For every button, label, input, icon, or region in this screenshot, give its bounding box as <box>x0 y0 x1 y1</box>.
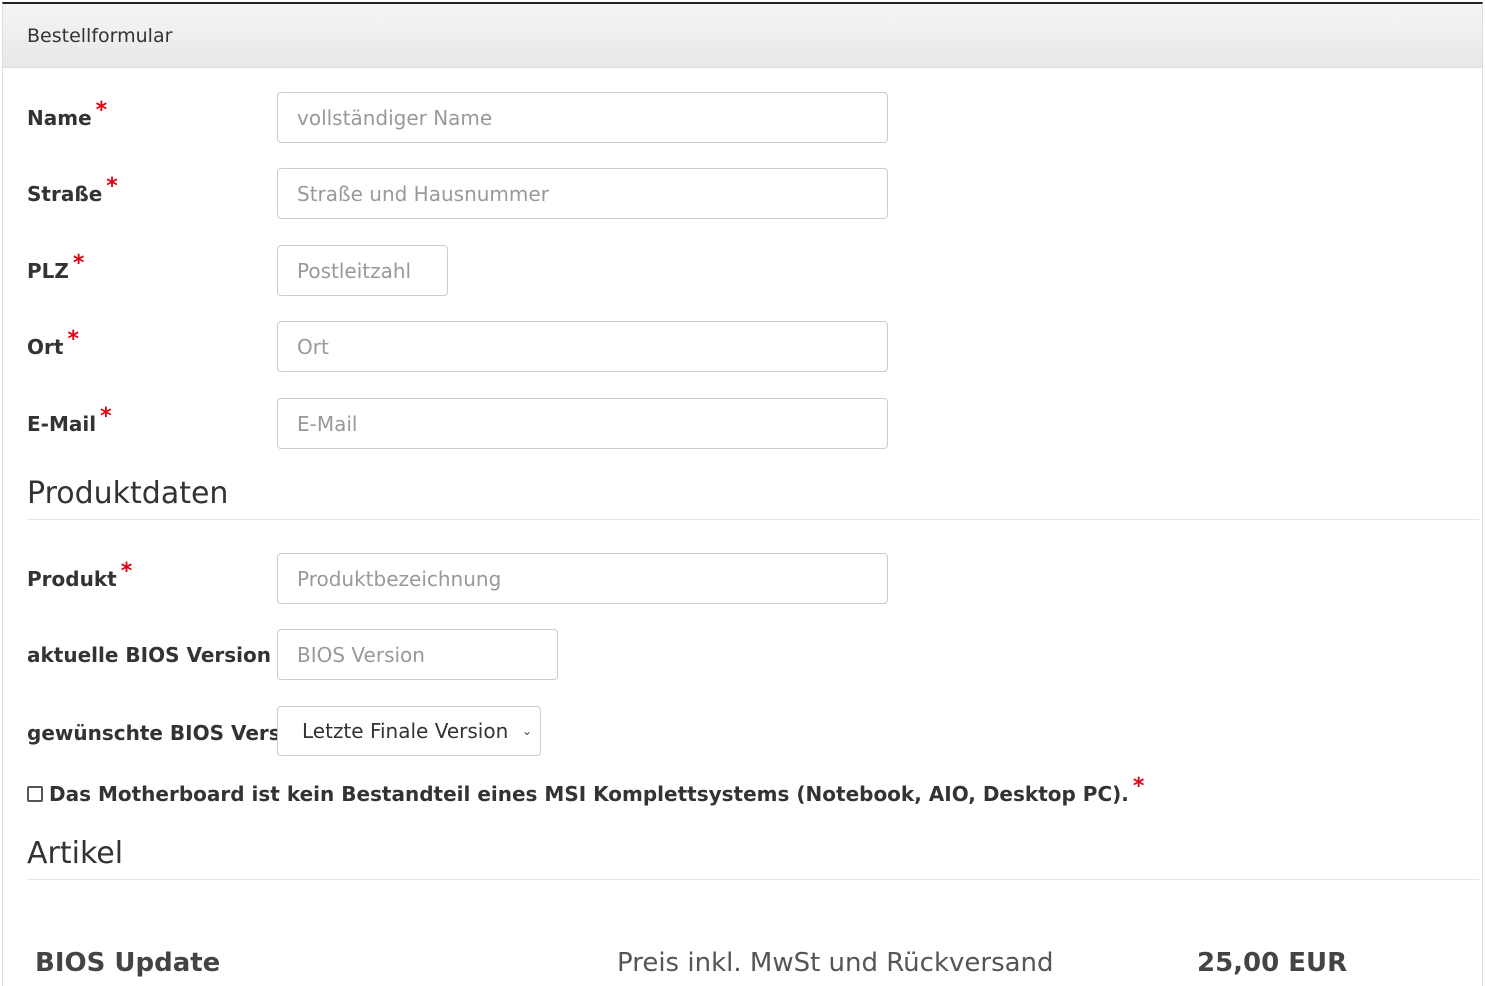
section-heading-produktdaten: Produktdaten <box>27 476 1479 520</box>
bios-current-input[interactable] <box>277 629 558 680</box>
required-asterisk: * <box>100 404 112 429</box>
required-asterisk: * <box>106 174 118 199</box>
bios-wanted-label: gewünschte BIOS Version <box>27 721 316 745</box>
strasse-label: Straße * <box>27 174 118 206</box>
bios-current-label: aktuelle BIOS Version <box>27 643 272 667</box>
plz-input[interactable] <box>277 245 448 296</box>
produkt-label: Produkt * <box>27 559 133 591</box>
name-label: Name * <box>27 98 108 130</box>
article-price: 25,00 EUR <box>1197 948 1348 978</box>
required-asterisk: * <box>120 559 133 584</box>
required-asterisk: * <box>1132 774 1145 799</box>
name-input[interactable] <box>277 92 888 143</box>
panel-title: Bestellformular <box>3 4 1482 68</box>
msi-system-checkbox-row: Das Motherboard ist kein Bestandteil ein… <box>27 774 1144 807</box>
bios-version-select[interactable]: Letzte Finale Version ⌄ <box>277 706 541 756</box>
email-label: E-Mail * <box>27 404 112 436</box>
chevron-down-icon: ⌄ <box>521 724 532 738</box>
bios-version-selected: Letzte Finale Version <box>302 719 509 743</box>
ort-input[interactable] <box>277 321 888 372</box>
section-heading-artikel: Artikel <box>27 836 1479 880</box>
checkbox-label: Das Motherboard ist kein Bestandteil ein… <box>49 782 1129 806</box>
required-asterisk: * <box>95 98 108 123</box>
required-asterisk: * <box>72 251 85 276</box>
produkt-input[interactable] <box>277 553 888 604</box>
msi-system-checkbox[interactable] <box>27 786 43 802</box>
order-form-panel: Bestellformular Name* Straße* PLZ* Ort* … <box>2 2 1483 986</box>
price-note: Preis inkl. MwSt und Rückversand <box>617 948 1054 978</box>
strasse-input[interactable] <box>277 168 888 219</box>
email-input[interactable] <box>277 398 888 449</box>
required-asterisk: * <box>67 327 79 352</box>
plz-label: PLZ * <box>27 251 85 283</box>
ort-label: Ort * <box>27 327 79 359</box>
article-name: BIOS Update <box>35 948 221 978</box>
